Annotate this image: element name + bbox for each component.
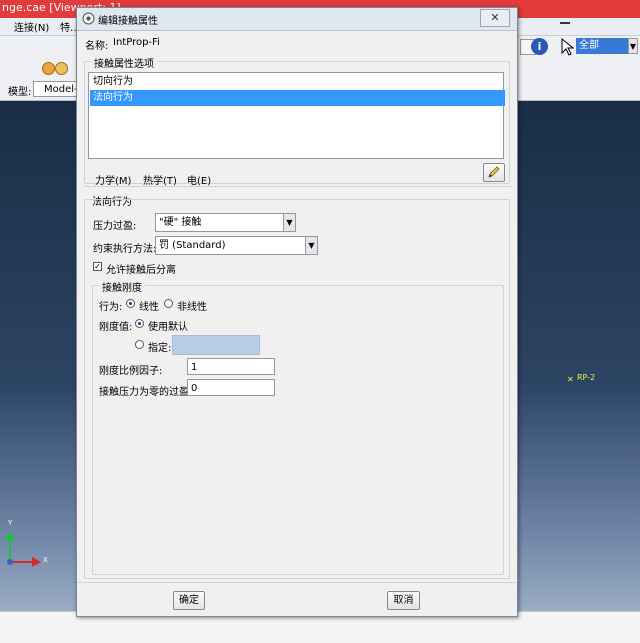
behavior-label: 行为:: [99, 302, 123, 313]
scale-factor-input[interactable]: 1: [187, 358, 275, 375]
pressure-overclosure-value: "硬" 接触: [159, 217, 202, 228]
behavior-nonlinear-radio[interactable]: [164, 299, 173, 308]
behavior-nonlinear-label: 非线性: [177, 302, 207, 313]
specify-radio[interactable]: [135, 340, 144, 349]
dialog-app-icon: [82, 12, 95, 25]
model-combo[interactable]: Model-: [33, 81, 77, 97]
pencil-icon: [488, 166, 500, 178]
pressure-overclosure-label: 压力过盈:: [93, 221, 137, 232]
close-icon[interactable]: ✕: [480, 9, 510, 27]
specify-value-input[interactable]: [172, 335, 260, 355]
tab-electrical[interactable]: 电(E): [187, 172, 211, 187]
selection-filter-combo[interactable]: 全部: [576, 38, 628, 54]
edit-button[interactable]: [483, 163, 505, 182]
use-default-radio[interactable]: [135, 319, 144, 328]
chevron-down-icon[interactable]: ▼: [305, 237, 317, 254]
render-sphere-icon[interactable]: [42, 62, 55, 75]
allow-separation-label: 允许接触后分离: [106, 265, 176, 276]
triad-x-label: X: [43, 556, 48, 564]
reference-point-label: RP-2: [577, 373, 596, 382]
zero-pressure-input[interactable]: 0: [187, 379, 275, 396]
behavior-linear-label: 线性: [139, 302, 159, 313]
ok-button[interactable]: 确定: [173, 591, 205, 610]
render-sphere-icon[interactable]: [55, 62, 68, 75]
model-value: Model-: [44, 84, 77, 95]
scale-factor-label: 刚度比例因子:: [99, 366, 163, 377]
triad-y-label: Y: [8, 519, 13, 527]
tab-mechanical[interactable]: 力学(M): [95, 172, 131, 187]
stiffness-group-label: 接触刚度: [99, 279, 145, 294]
menu-connect[interactable]: 连接(N): [14, 19, 49, 34]
allow-separation-checkbox[interactable]: ✓: [93, 262, 102, 271]
footer-divider: [77, 582, 517, 583]
use-default-label: 使用默认: [148, 322, 188, 333]
zero-pressure-label: 接触压力为零的过盈:: [99, 387, 193, 398]
pressure-overclosure-combo[interactable]: "硬" 接触 ▼: [155, 213, 296, 232]
chevron-down-icon[interactable]: ▼: [283, 214, 295, 231]
info-icon[interactable]: i: [531, 38, 548, 55]
contact-options-group-label: 接触属性选项: [91, 55, 157, 70]
list-item-normal[interactable]: 法向行为: [90, 90, 505, 106]
contact-options-list[interactable]: 切向行为 法向行为: [88, 72, 505, 159]
name-label: 名称:: [85, 41, 109, 52]
pointer-arrow-icon[interactable]: [560, 38, 574, 56]
edit-contact-property-dialog: 编辑接触属性 ✕ 名称: IntProp-Fi 接触属性选项 切向行为 法向行为…: [76, 7, 518, 617]
dialog-title-bar[interactable]: 编辑接触属性 ✕: [77, 8, 517, 31]
specify-label: 指定:: [148, 343, 172, 354]
dialog-title: 编辑接触属性: [98, 16, 158, 27]
reference-point-marker: ✕: [567, 375, 574, 384]
constraint-method-label: 约束执行方法:: [93, 244, 157, 255]
divider: [84, 186, 512, 187]
selection-filter-value: 全部: [579, 40, 599, 51]
constraint-method-combo[interactable]: 罚 (Standard) ▼: [155, 236, 318, 255]
chevron-down-icon[interactable]: ▼: [628, 38, 638, 54]
minimize-icon[interactable]: [560, 22, 570, 24]
model-label: 模型:: [8, 87, 32, 98]
list-item-tangential[interactable]: 切向行为: [90, 74, 505, 90]
stiffness-value-label: 刚度值:: [99, 322, 133, 333]
constraint-method-value: 罚 (Standard): [159, 240, 226, 251]
cancel-button[interactable]: 取消: [387, 591, 420, 610]
behavior-linear-radio[interactable]: [126, 299, 135, 308]
name-value: IntProp-Fi: [113, 37, 160, 48]
tab-thermal[interactable]: 热学(T): [143, 172, 177, 187]
